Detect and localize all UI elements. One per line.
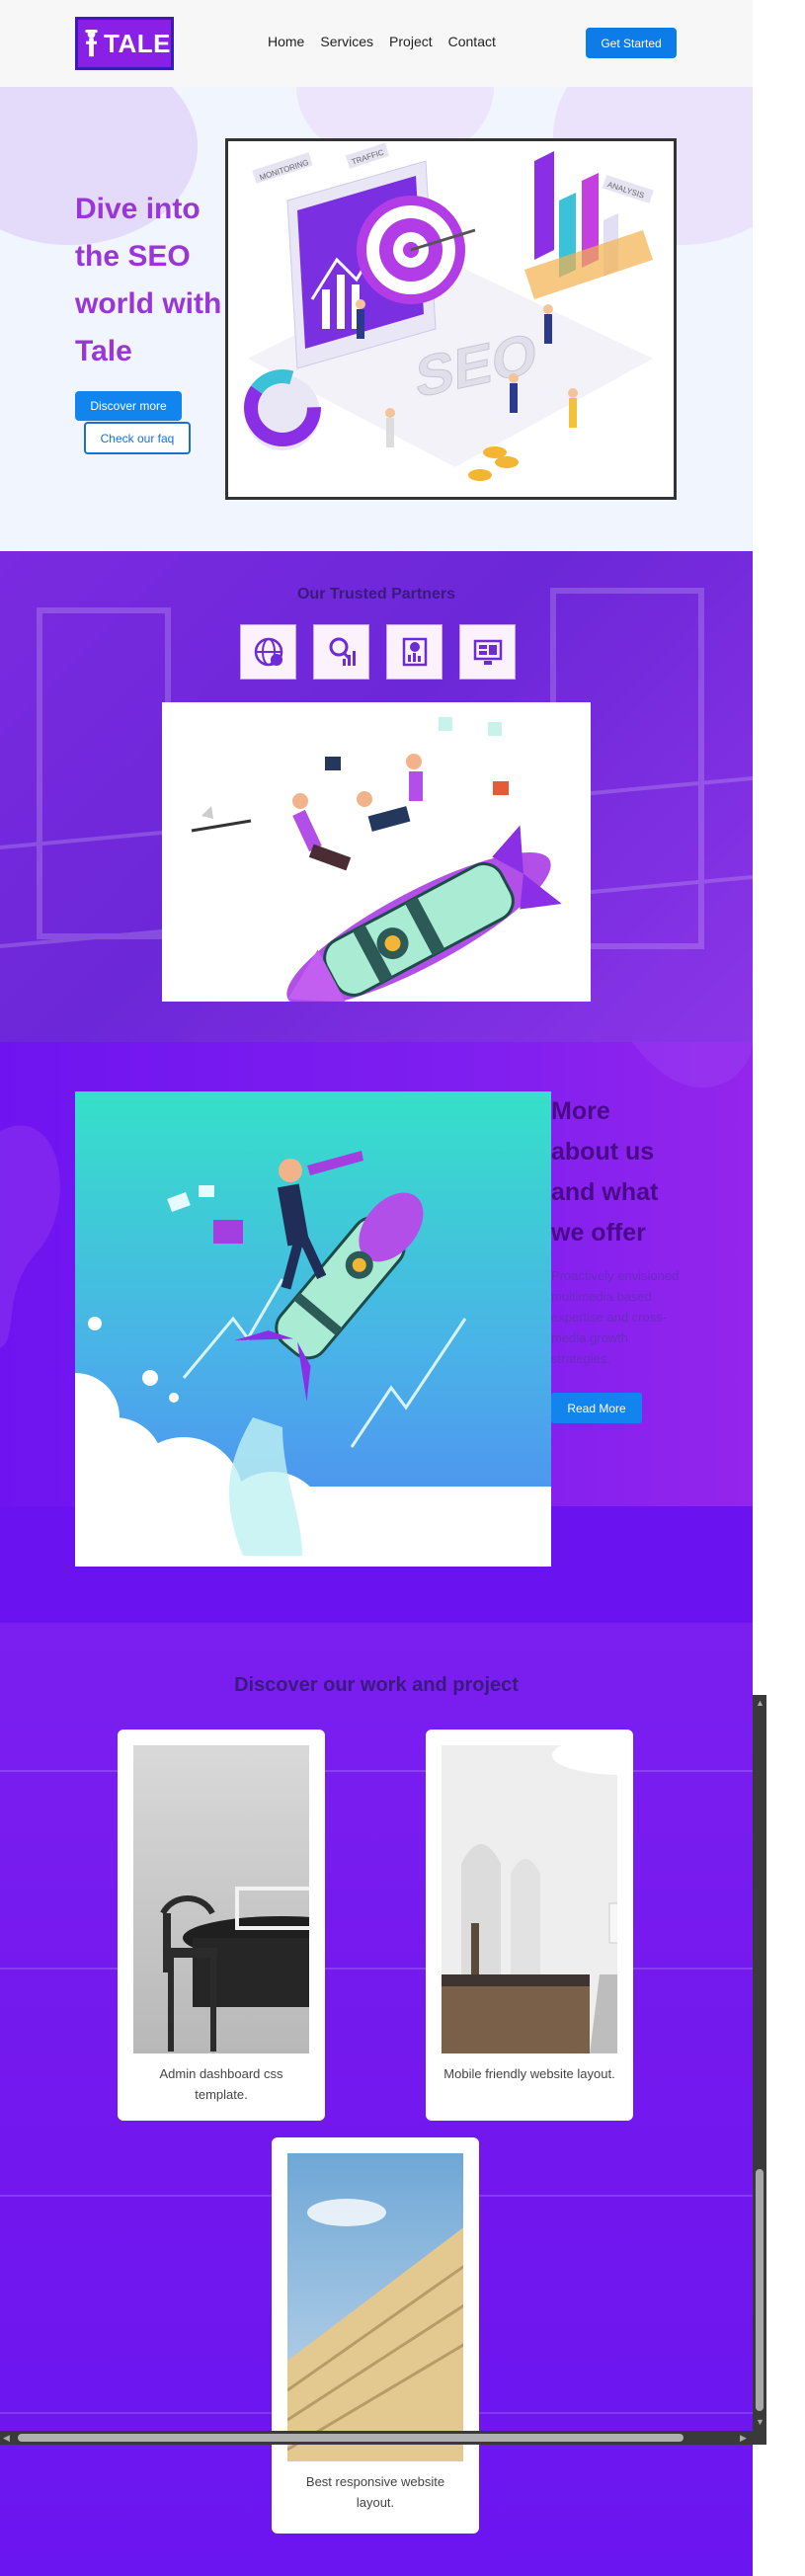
scroll-up-icon[interactable]: ▲ [756, 1698, 765, 1708]
monitor-dashboard-icon[interactable] [459, 624, 516, 680]
hero-title: Dive into the SEO world with Tale [75, 193, 222, 367]
get-started-button[interactable]: Get Started [586, 28, 677, 58]
site-logo[interactable]: TALE [75, 17, 174, 70]
navbar: TALE Home Services Project Contact Get S… [0, 0, 753, 87]
nav-link-services[interactable]: Services [320, 34, 373, 49]
analytics-magnifier-icon[interactable] [313, 624, 369, 680]
nav-link-project[interactable]: Project [389, 34, 433, 49]
about-description: Proactively envisioned multimedia based … [551, 1268, 680, 1366]
read-more-button[interactable]: Read More [551, 1393, 642, 1423]
logo-text: TALE [104, 28, 171, 58]
scroll-right-icon[interactable]: ▶ [740, 2433, 747, 2443]
overflow-strip [766, 1669, 805, 2459]
discover-more-button[interactable]: Discover more [75, 391, 182, 421]
about-section: More about us and what we offer Proactiv… [0, 1042, 753, 1623]
horizontal-scroll-thumb[interactable] [18, 2434, 684, 2442]
project-image-church [442, 1745, 617, 2053]
logo-figure-icon [85, 30, 98, 57]
partner-logos [240, 624, 516, 680]
project-image-chair [133, 1745, 309, 2053]
scroll-left-icon[interactable]: ◀ [3, 2433, 10, 2443]
hero-section: Dive into the SEO world with Tale Discov… [0, 87, 753, 551]
partners-title: Our Trusted Partners [296, 586, 456, 603]
vertical-scrollbar[interactable]: ▲ ▼ [753, 1695, 766, 2431]
project-caption: Best responsive website layout. [305, 2474, 445, 2510]
scroll-down-icon[interactable]: ▼ [756, 2417, 765, 2427]
partners-section: Our Trusted Partners [0, 551, 753, 1042]
vertical-scroll-thumb[interactable] [756, 2169, 764, 2411]
nav-link-contact[interactable]: Contact [448, 34, 496, 49]
globe-dollar-icon[interactable] [240, 624, 296, 680]
seo-illustration: MONITORING TRAFFIC ANALYSIS SEO [225, 138, 677, 500]
about-rocket-image [75, 1091, 551, 1567]
rocket-team-illustration [162, 702, 591, 1007]
project-caption: Mobile friendly website layout. [443, 2066, 615, 2081]
nav-links: Home Services Project Contact [268, 34, 496, 49]
project-card[interactable]: Best responsive website layout. [272, 2137, 479, 2534]
project-caption: Admin dashboard css template. [159, 2066, 283, 2102]
project-card[interactable]: Mobile friendly website layout. [426, 1730, 633, 2121]
work-title: Discover our work and project [234, 1674, 519, 1696]
nav-link-home[interactable]: Home [268, 34, 304, 49]
horizontal-scrollbar[interactable]: ◀ ▶ [0, 2431, 766, 2445]
report-chart-icon[interactable] [386, 624, 443, 680]
project-image-building [287, 2153, 463, 2461]
about-title: More about us and what we offer [551, 1097, 659, 1247]
check-faq-button[interactable]: Check our faq [84, 422, 191, 454]
seo-illustration-art: MONITORING TRAFFIC ANALYSIS SEO [244, 142, 654, 481]
project-card[interactable]: Admin dashboard css template. [118, 1730, 325, 2121]
